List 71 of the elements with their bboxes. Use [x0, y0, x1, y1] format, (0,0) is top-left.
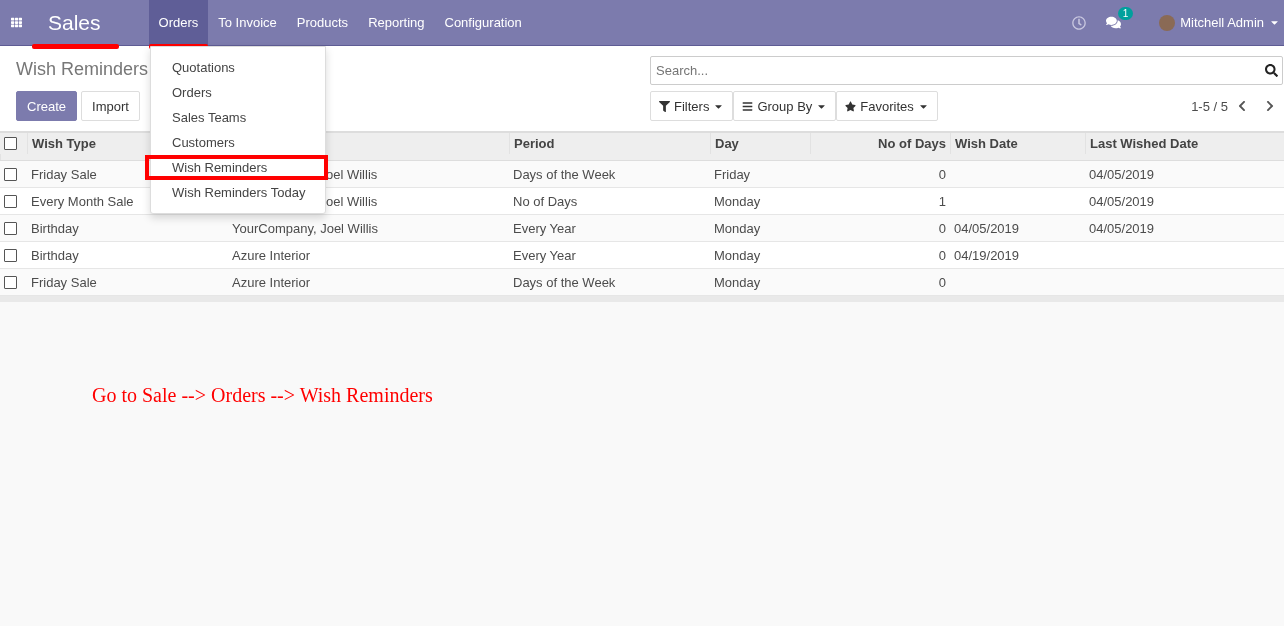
star-icon: [845, 100, 857, 112]
app-name[interactable]: Sales: [32, 0, 119, 46]
table-cell: Birthday: [31, 247, 79, 263]
table-cell: Azure Interior: [232, 247, 311, 263]
table-cell: YourCompany, Joel Willis: [232, 220, 378, 236]
table-cell: 04/05/2019: [1089, 220, 1155, 236]
table-cell: Monday: [714, 247, 761, 263]
dropdown-item[interactable]: Orders: [151, 80, 325, 105]
table-cell: Friday: [714, 166, 751, 182]
table-cell: Monday: [714, 274, 761, 290]
table-cell: 1: [938, 193, 946, 209]
column-header[interactable]: Day: [710, 133, 810, 154]
filter-dropdown-button[interactable]: Favorites: [836, 91, 938, 121]
filter-dropdown-button[interactable]: Group By: [733, 91, 837, 121]
row-checkbox[interactable]: [4, 194, 17, 208]
table-cell: 0: [938, 166, 946, 182]
instruction-note: Go to Sale --> Orders --> Wish Reminders: [92, 384, 433, 407]
table-cell: Friday Sale: [31, 166, 97, 182]
table-cell: Friday Sale: [31, 274, 97, 290]
table-cell: 0: [938, 247, 946, 263]
column-header[interactable]: Wish Date: [950, 133, 1085, 154]
row-checkbox[interactable]: [4, 167, 17, 181]
menu-item[interactable]: Orders: [148, 0, 209, 46]
table-cell: Monday: [714, 220, 761, 236]
table-cell: 04/05/2019: [954, 220, 1020, 236]
table-cell: Every Year: [513, 220, 576, 236]
create-button[interactable]: Create: [16, 91, 78, 121]
dropdown-item[interactable]: Quotations: [151, 55, 325, 80]
table-cell: oel Willis: [326, 193, 378, 209]
menu-item[interactable]: Configuration: [434, 0, 532, 46]
table-cell: Every Year: [513, 247, 576, 263]
table-cell: 04/05/2019: [1089, 166, 1155, 182]
table-cell: 04/05/2019: [1089, 193, 1155, 209]
chat-icon[interactable]: [1105, 15, 1121, 30]
chevron-right-icon: [1264, 100, 1276, 112]
chevron-left-icon: [1236, 100, 1248, 112]
message-count: 1: [1117, 7, 1134, 20]
search-field[interactable]: Search...: [650, 56, 1283, 85]
pager-value: 1-5 / 5: [1191, 98, 1228, 114]
grid-icon: [10, 17, 22, 28]
menu-item[interactable]: To Invoice: [208, 0, 287, 46]
column-header[interactable]: No of Days: [810, 133, 950, 154]
table-cell: 0: [938, 274, 946, 290]
avatar-icon: [1159, 14, 1176, 31]
table-cell: No of Days: [513, 193, 578, 209]
table-cell: Every Month Sale: [31, 193, 134, 209]
row-checkbox[interactable]: [4, 275, 17, 289]
import-button[interactable]: Import: [81, 91, 140, 121]
column-header[interactable]: Period: [509, 133, 710, 154]
dropdown-item[interactable]: Wish Reminders: [145, 155, 328, 180]
page-title: Wish Reminders: [16, 57, 149, 81]
list-icon: [742, 100, 754, 112]
column-header[interactable]: Last Wished Date: [1085, 133, 1284, 154]
filter-icon: [659, 100, 670, 112]
dropdown-item[interactable]: Wish Reminders Today: [151, 180, 325, 205]
row-checkbox[interactable]: [4, 248, 17, 262]
table-cell: Days of the Week: [513, 274, 616, 290]
dropdown-item[interactable]: Sales Teams: [151, 105, 325, 130]
table-cell: 04/19/2019: [954, 247, 1020, 263]
menu-item[interactable]: Reporting: [358, 0, 435, 46]
select-all-checkbox[interactable]: [4, 137, 17, 150]
user-menu[interactable]: Mitchell Admin: [1159, 14, 1280, 31]
table-cell: Birthday: [31, 220, 79, 236]
table-cell: Azure Interior: [232, 274, 311, 290]
row-checkbox[interactable]: [4, 221, 17, 235]
table-cell: Days of the Week: [513, 166, 616, 182]
table-cell: Monday: [714, 193, 761, 209]
menu-item[interactable]: Products: [286, 0, 359, 46]
search-icon[interactable]: [1265, 64, 1278, 77]
table-cell: 0: [938, 220, 946, 236]
filter-dropdown-button[interactable]: Filters: [650, 91, 734, 121]
